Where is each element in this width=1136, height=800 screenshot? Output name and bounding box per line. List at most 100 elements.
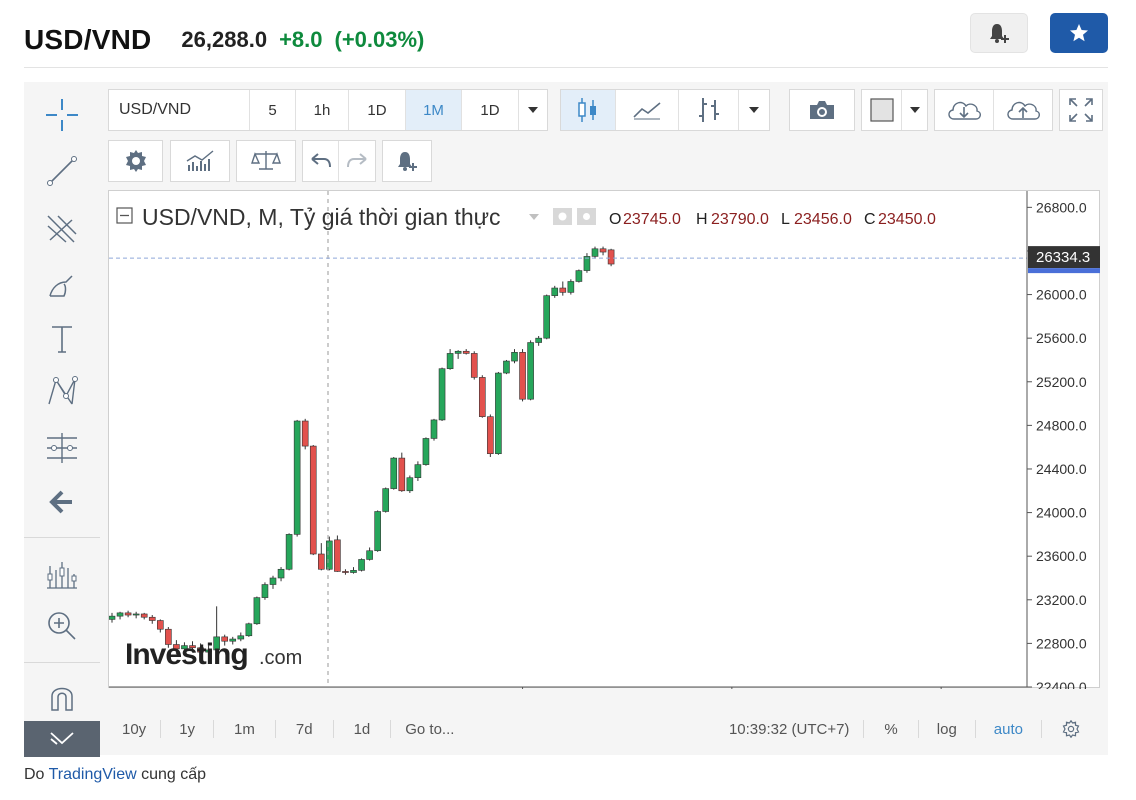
bell-plus-icon <box>398 152 417 171</box>
candle-body <box>261 584 269 598</box>
fullscreen-icon <box>1069 98 1093 122</box>
symbol-search-input[interactable]: USD/VND <box>109 90 250 130</box>
interval-1m[interactable]: 1M <box>406 90 462 130</box>
y-tick-label: 25600.0 <box>1036 330 1087 346</box>
trend-line-tool[interactable] <box>42 151 82 191</box>
color-dropdown[interactable] <box>902 90 927 130</box>
hide-drawings-tool[interactable] <box>42 482 82 522</box>
chart-style-group <box>560 89 770 131</box>
pitchfork-icon <box>47 215 77 243</box>
magnet-icon <box>51 687 73 711</box>
magnet-tool[interactable] <box>42 678 82 718</box>
ohlc-values: O23745.0 H 23790.0 L 23456.0 C 23450.0 <box>609 211 936 228</box>
interval-custom[interactable]: 1D <box>462 90 519 130</box>
line-chart-icon <box>633 102 661 120</box>
redo-button[interactable] <box>339 141 375 181</box>
price-change-percent: (+0.03%) <box>334 26 425 52</box>
candle-body <box>334 539 341 572</box>
redo-icon <box>347 153 367 168</box>
snapshot-group <box>789 89 855 131</box>
color-picker-button[interactable] <box>862 90 902 130</box>
candle-body <box>108 615 116 620</box>
range-1m[interactable]: 1m <box>214 720 276 738</box>
candle-body <box>511 352 518 362</box>
text-tool[interactable] <box>42 319 82 359</box>
crosshair-tool[interactable] <box>42 95 82 135</box>
y-tick-label: 24400.0 <box>1036 461 1087 477</box>
load-chart-button[interactable] <box>935 90 994 130</box>
watchlist-star-button[interactable] <box>1050 13 1108 53</box>
svg-text:26334.3: 26334.3 <box>1036 249 1090 266</box>
candle-body <box>148 616 156 621</box>
go-to-date-button[interactable]: Go to... <box>391 720 468 738</box>
measure-tool[interactable] <box>42 428 82 468</box>
price-change: +8.0 <box>279 26 323 52</box>
candle-body <box>253 597 261 625</box>
cloud-download-icon <box>948 101 981 120</box>
candle-body <box>309 445 317 555</box>
chart-style-dropdown[interactable] <box>739 90 769 130</box>
chevron-down-icon <box>528 107 538 113</box>
indicators-icon <box>186 150 214 171</box>
history-group <box>302 140 376 182</box>
add-alert-button[interactable] <box>383 141 431 181</box>
range-1y[interactable]: 1y <box>161 720 215 738</box>
log-toggle[interactable]: log <box>919 720 976 738</box>
create-alert-button[interactable] <box>970 13 1028 53</box>
collapse-toolbar-button[interactable] <box>24 721 100 757</box>
percent-toggle[interactable]: % <box>864 720 919 738</box>
indicators-button[interactable] <box>171 141 229 181</box>
camera-icon <box>810 101 834 119</box>
auto-scale-toggle[interactable]: auto <box>976 720 1042 738</box>
candle-body <box>140 613 148 618</box>
candle-body <box>301 420 309 447</box>
candle-body <box>543 295 551 339</box>
fullscreen-button[interactable] <box>1060 90 1102 130</box>
compare-button[interactable] <box>237 141 295 181</box>
y-tick-label: 24000.0 <box>1036 505 1087 521</box>
gear-icon <box>125 150 146 172</box>
toolbar-separator <box>24 662 100 663</box>
candle-body <box>277 568 285 579</box>
candle-body <box>454 350 462 354</box>
toolbar-separator <box>24 537 100 538</box>
candle-body <box>462 350 470 354</box>
candles-style-button[interactable] <box>561 90 616 130</box>
interval-1h[interactable]: 1h <box>296 90 349 130</box>
range-1d[interactable]: 1d <box>334 720 392 738</box>
range-10y[interactable]: 10y <box>108 720 162 738</box>
legend-dropdown-icon[interactable] <box>529 214 539 220</box>
pitchfork-tool[interactable] <box>42 208 82 248</box>
line-style-button[interactable] <box>616 90 679 130</box>
settings-button[interactable] <box>109 141 162 181</box>
text-icon <box>52 326 72 353</box>
zoom-tool[interactable] <box>42 606 82 646</box>
bars-style-button[interactable] <box>679 90 739 130</box>
snapshot-button[interactable] <box>790 90 854 130</box>
candle-body <box>470 353 478 378</box>
gear-icon <box>1062 720 1080 738</box>
last-price: 26,288.0 <box>181 26 268 52</box>
pattern-icon <box>48 376 78 405</box>
interval-5[interactable]: 5 <box>250 90 296 130</box>
chart-canvas[interactable]: 22400.0 22800.0 23200.0 23600.0 24000.0 24400… <box>108 190 1101 712</box>
chart-settings-button[interactable] <box>1042 720 1100 738</box>
tradingview-link[interactable]: TradingView <box>49 766 137 783</box>
quote-header: USD/VND 26,288.0 +8.0 (+0.03%) <box>24 12 1108 68</box>
settings-group <box>108 140 163 182</box>
candlestick-chart[interactable]: 22400.0 22800.0 23200.0 23600.0 24000.0 24400… <box>108 191 1101 712</box>
undo-icon <box>310 153 331 168</box>
candle-body <box>487 416 494 455</box>
attribution-suffix: cung cấp <box>141 766 207 783</box>
save-chart-button[interactable] <box>994 90 1052 130</box>
brush-tool[interactable] <box>42 266 82 306</box>
interval-1d[interactable]: 1D <box>349 90 406 130</box>
range-7d[interactable]: 7d <box>276 720 334 738</box>
candle-body <box>156 620 164 630</box>
interval-dropdown[interactable] <box>519 90 547 130</box>
cloud-upload-icon <box>1007 101 1040 120</box>
long-position-tool[interactable] <box>42 554 82 594</box>
chart-legend: USD/VND, M, Tỷ giá thời gian thực O23745… <box>116 204 936 230</box>
undo-button[interactable] <box>303 141 339 181</box>
pattern-tool[interactable] <box>42 372 82 412</box>
